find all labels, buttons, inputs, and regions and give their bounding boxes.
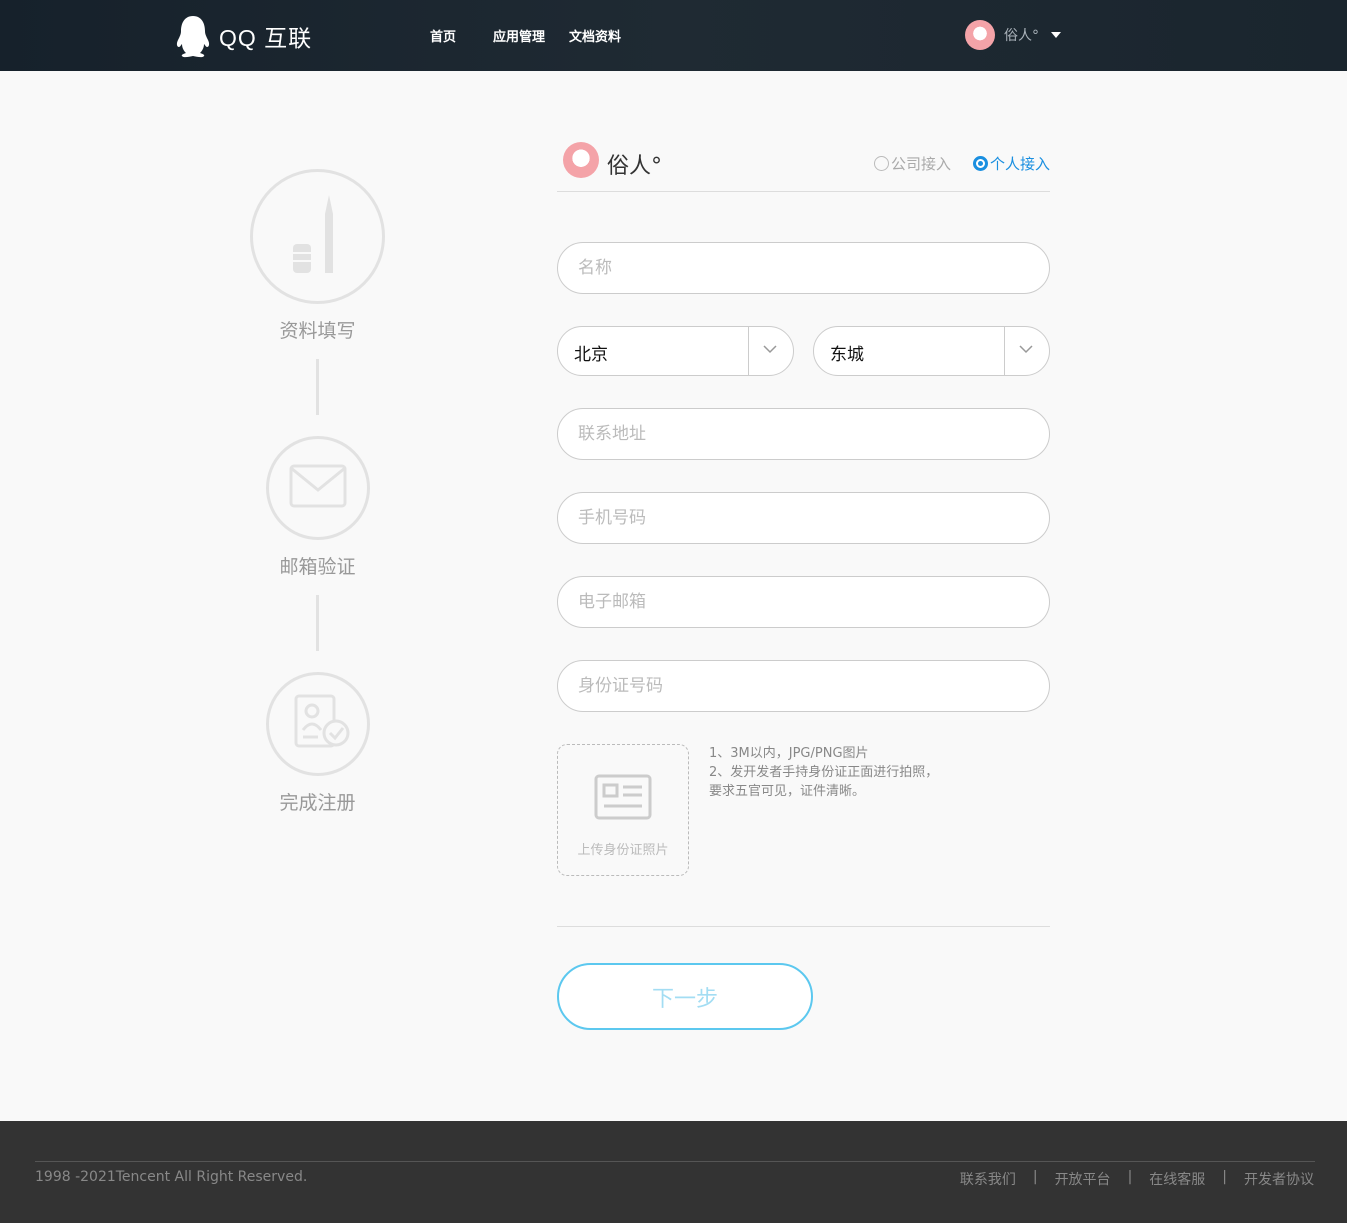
registration-form: 俗人° 公司接入 个人接入 北京 东城 (557, 140, 1050, 1030)
step-circle (265, 436, 370, 540)
copyright-text: 1998 -2021Tencent All Right Reserved. (35, 1169, 308, 1185)
step-label: 完成注册 (279, 792, 356, 814)
chevron-down-icon (763, 345, 777, 354)
chevron-down-icon (1019, 345, 1033, 354)
city-value: 东城 (830, 345, 864, 365)
phone-input[interactable] (558, 493, 1049, 543)
radio-checked-icon (972, 156, 988, 171)
user-menu[interactable]: 俗人° (965, 20, 1061, 50)
nav-item-docs[interactable]: 文档资料 (569, 26, 621, 45)
select-divider (1004, 327, 1005, 375)
avatar (563, 142, 599, 178)
step-connector (316, 595, 319, 651)
footer-separator: | (1222, 1169, 1227, 1185)
footer-links: 联系我们 | 开放平台 | 在线客服 | 开发者协议 (960, 1169, 1314, 1189)
id-card-check-icon (294, 694, 349, 748)
step-circle (265, 672, 370, 776)
id-number-field (557, 660, 1050, 712)
access-type-radios: 公司接入 个人接入 (873, 153, 1050, 174)
radio-unchecked-icon (873, 156, 889, 171)
form-divider (557, 926, 1050, 927)
step-connector (316, 359, 319, 415)
main-nav: 首页 应用管理 文档资料 (430, 26, 621, 45)
city-select[interactable]: 东城 (813, 326, 1050, 376)
name-input[interactable] (558, 243, 1049, 293)
select-divider (748, 327, 749, 375)
footer-link-dev-agreement[interactable]: 开发者协议 (1244, 1169, 1314, 1189)
registration-steps: 资料填写 邮箱验证 完成注册 (250, 169, 385, 815)
nav-item-app-management[interactable]: 应用管理 (493, 26, 545, 45)
upload-note-line: 1、3M以内，JPG/PNG图片 (709, 746, 869, 761)
name-field (557, 242, 1050, 294)
id-photo-upload[interactable]: 上传身份证照片 (557, 744, 689, 876)
avatar (965, 20, 995, 50)
upload-notes: 1、3M以内，JPG/PNG图片 2、发开发者手持身份证正面进行拍照， 要求五官… (709, 744, 938, 801)
email-field (557, 576, 1050, 628)
upload-note-line: 2、发开发者手持身份证正面进行拍照， (709, 765, 939, 780)
id-card-icon (594, 774, 652, 820)
caret-down-icon (1051, 32, 1061, 38)
header-username: 俗人° (1004, 28, 1039, 44)
step-label: 邮箱验证 (279, 556, 356, 578)
pen-eraser-icon (293, 195, 333, 273)
id-number-input[interactable] (558, 661, 1049, 711)
footer-link-contact[interactable]: 联系我们 (960, 1169, 1016, 1189)
step-label: 资料填写 (279, 320, 356, 342)
step-complete: 完成注册 (250, 672, 385, 815)
step-fill-info: 资料填写 (250, 169, 385, 343)
phone-field (557, 492, 1050, 544)
step-email-verify: 邮箱验证 (250, 436, 385, 579)
footer-link-open-platform[interactable]: 开放平台 (1055, 1169, 1111, 1189)
form-username: 俗人° (607, 154, 663, 179)
email-input[interactable] (558, 577, 1049, 627)
step-circle (250, 169, 385, 304)
logo-text: QQ 互联 (219, 25, 313, 51)
next-step-button[interactable]: 下一步 (557, 963, 813, 1030)
radio-label: 公司接入 (890, 155, 951, 173)
radio-label: 个人接入 (989, 155, 1050, 173)
footer-divider (35, 1161, 1315, 1162)
qq-penguin-icon (176, 16, 210, 58)
address-input[interactable] (558, 409, 1049, 459)
province-value: 北京 (574, 345, 608, 365)
top-nav-bar: QQ 互联 首页 应用管理 文档资料 俗人° (0, 0, 1347, 71)
province-select[interactable]: 北京 (557, 326, 794, 376)
radio-company-access[interactable]: 公司接入 (873, 153, 951, 174)
address-field (557, 408, 1050, 460)
footer-separator: | (1032, 1169, 1038, 1185)
upload-note-line: 要求五官可见，证件清晰。 (709, 784, 866, 799)
qq-connect-logo[interactable]: QQ 互联 (175, 14, 312, 58)
envelope-icon (289, 464, 346, 508)
footer-link-support[interactable]: 在线客服 (1149, 1169, 1205, 1189)
upload-label: 上传身份证照片 (577, 843, 669, 858)
footer: 1998 -2021Tencent All Right Reserved. 联系… (0, 1121, 1347, 1223)
form-header: 俗人° 公司接入 个人接入 (557, 140, 1050, 192)
radio-personal-access[interactable]: 个人接入 (972, 153, 1050, 174)
nav-item-home[interactable]: 首页 (430, 26, 456, 45)
footer-separator: | (1127, 1169, 1133, 1185)
